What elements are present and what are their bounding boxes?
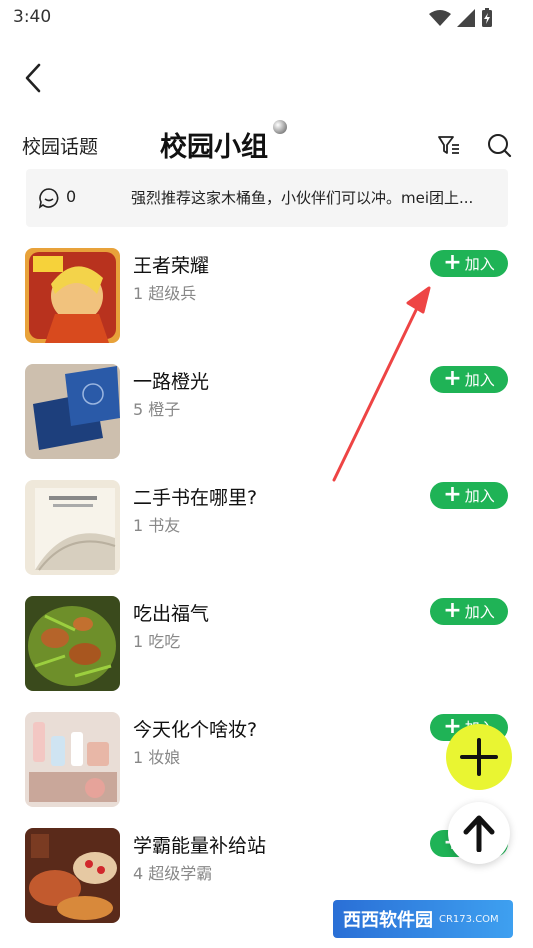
tab-indicator-dot (273, 120, 287, 134)
group-members: 1 超级兵 (133, 284, 197, 303)
notice-text: 强烈推荐这家木桶鱼，小伙伴们可以冲。mei团上... (131, 189, 474, 207)
group-members: 1 吃吃 (133, 632, 181, 651)
group-title: 一路橙光 (133, 371, 210, 393)
group-avatar-makeup (25, 712, 120, 807)
list-item[interactable]: 吃出福气 1 吃吃 + 加入 (0, 586, 533, 702)
filter-icon (438, 136, 459, 154)
join-label: 加入 (464, 371, 495, 389)
group-avatar-book (25, 480, 120, 575)
list-item[interactable]: 王者荣耀 1 超级兵 + 加入 (0, 238, 533, 354)
plus-icon (460, 738, 498, 776)
wifi-icon (429, 10, 451, 26)
join-button[interactable]: +加入 (430, 482, 508, 509)
watermark-logo: 西西软件园 CR173.COM (333, 900, 513, 938)
search-icon (488, 134, 512, 158)
create-group-button[interactable] (446, 724, 512, 790)
join-label: 加入 (464, 487, 495, 505)
watermark-text: 西西软件园 (343, 910, 433, 931)
group-title: 二手书在哪里? (133, 487, 258, 509)
plus-icon: + (443, 365, 462, 391)
status-icons (429, 8, 493, 28)
group-avatar-game (25, 248, 120, 343)
join-label: 加入 (464, 255, 495, 273)
tab-campus-topic[interactable]: 校园话题 (22, 132, 98, 159)
comment-icon (38, 188, 59, 209)
comment-count: 0 (66, 187, 77, 206)
list-item[interactable]: 一路橙光 5 橙子 + 加入 (0, 354, 533, 470)
group-members: 1 妆娘 (133, 748, 181, 767)
battery-icon (482, 8, 492, 27)
search-button[interactable] (486, 132, 512, 158)
group-avatar-box (25, 364, 120, 459)
watermark-subtext: CR173.COM (439, 913, 499, 925)
tab-bar: 校园话题 校园小组 (0, 120, 533, 170)
group-title: 王者荣耀 (133, 255, 210, 277)
join-label: 加入 (464, 603, 495, 621)
back-button[interactable] (20, 60, 48, 96)
group-title: 今天化个啥妆? (133, 719, 258, 741)
join-button[interactable]: +加入 (430, 598, 508, 625)
plus-icon: + (443, 481, 462, 507)
tab-campus-group[interactable]: 校园小组 (160, 125, 268, 164)
group-members: 1 书友 (133, 516, 181, 535)
group-members: 4 超级学霸 (133, 864, 213, 883)
plus-icon: + (443, 597, 462, 623)
status-time: 3:40 (13, 7, 52, 27)
list-item[interactable]: 二手书在哪里? 1 书友 + 加入 (0, 470, 533, 586)
notice-bar[interactable]: 0 强烈推荐这家木桶鱼，小伙伴们可以冲。mei团上... (26, 169, 508, 227)
group-avatar-food (25, 596, 120, 691)
scroll-to-top-button[interactable] (448, 802, 510, 864)
filter-button[interactable] (437, 133, 461, 157)
signal-icon (457, 9, 475, 27)
group-avatar-snacks (25, 828, 120, 923)
group-title: 吃出福气 (133, 603, 210, 625)
join-button[interactable]: +加入 (430, 366, 508, 393)
plus-icon: + (443, 249, 462, 275)
status-bar: 3:40 (0, 0, 533, 36)
chevron-left-icon (25, 63, 41, 93)
arrow-up-icon (463, 815, 495, 852)
group-title: 学霸能量补给站 (133, 835, 267, 857)
join-button[interactable]: +加入 (430, 250, 508, 277)
group-members: 5 橙子 (133, 400, 181, 419)
